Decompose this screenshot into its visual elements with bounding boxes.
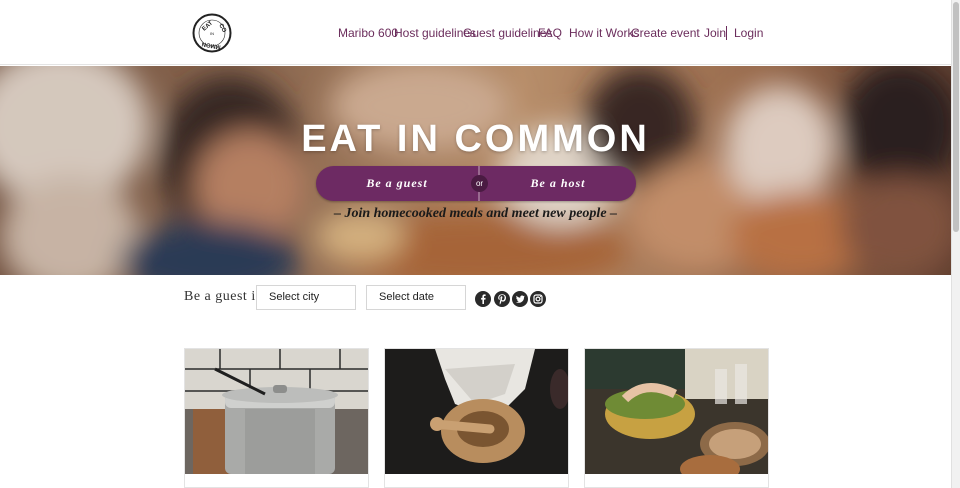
cta-button-group: Be a guest Be a host or: [316, 166, 636, 201]
guest-filter-bar: Be a guest in Select city Select date: [0, 276, 951, 326]
nav-maribo-600[interactable]: Maribo 600: [338, 26, 398, 40]
be-a-host-button[interactable]: Be a host: [480, 166, 636, 201]
nav-how-it-works[interactable]: How it Works: [569, 26, 639, 40]
nav-faq[interactable]: FAQ: [538, 26, 562, 40]
page: EAT IN CO MMON Maribo 600 Host guideline…: [0, 0, 951, 488]
dinner-table-photo: [585, 349, 768, 474]
city-select[interactable]: Select city: [256, 285, 356, 310]
nav-separator: [726, 26, 727, 40]
vertical-scrollbar[interactable]: [951, 0, 960, 488]
hero-banner: EAT IN COMMON Be a guest Be a host or – …: [0, 66, 951, 275]
be-a-guest-button[interactable]: Be a guest: [316, 166, 478, 201]
event-card[interactable]: [584, 348, 769, 488]
cooking-pot-photo: [185, 349, 368, 474]
login-link[interactable]: Login: [734, 26, 763, 40]
event-card[interactable]: [384, 348, 569, 488]
hero-tagline: – Join homecooked meals and meet new peo…: [333, 206, 618, 221]
main-nav: Maribo 600 Host guidelines Guest guideli…: [0, 26, 951, 42]
facebook-icon[interactable]: [475, 291, 491, 307]
instagram-icon[interactable]: [530, 291, 546, 307]
join-link[interactable]: Join: [704, 26, 726, 40]
date-select[interactable]: Select date: [366, 285, 466, 310]
mortar-and-pestle-photo: [385, 349, 568, 474]
be-a-guest-in-label: Be a guest in: [184, 289, 264, 304]
pinterest-icon[interactable]: [494, 291, 510, 307]
nav-create-event[interactable]: Create event: [631, 26, 700, 40]
or-badge: or: [471, 175, 488, 192]
scrollbar-thumb[interactable]: [953, 2, 959, 232]
event-card[interactable]: [184, 348, 369, 488]
site-header: EAT IN CO MMON Maribo 600 Host guideline…: [0, 0, 951, 65]
twitter-icon[interactable]: [512, 291, 528, 307]
hero-title: EAT IN COMMON: [301, 118, 650, 160]
